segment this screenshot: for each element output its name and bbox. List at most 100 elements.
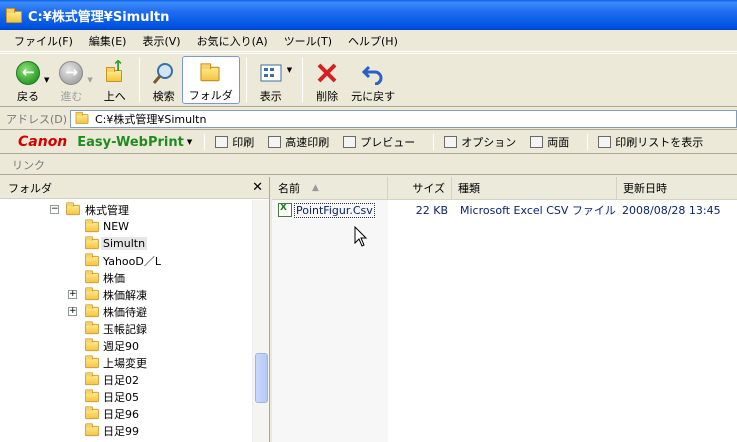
address-bar: アドレス(D) C:¥株式管理¥Simultn xyxy=(0,108,737,130)
folders-button[interactable]: フォルダ xyxy=(181,56,240,104)
options-icon xyxy=(444,136,458,148)
folder-icon xyxy=(85,219,99,233)
file-name[interactable]: PointFigur.Csv xyxy=(294,202,375,218)
easy-webprint-menu[interactable]: Easy-WebPrint xyxy=(77,135,184,150)
folder-icon xyxy=(75,111,89,124)
expand-icon[interactable]: + xyxy=(68,307,77,316)
file-list: 名前 ▲ サイズ 種類 更新日時 PointFigur.Csv 22 KB Mi… xyxy=(272,176,737,442)
menu-favorites[interactable]: お気に入り(A) xyxy=(197,33,268,49)
tree-item[interactable]: 玉帳記録 xyxy=(0,320,252,337)
column-header-name[interactable]: 名前 ▲ xyxy=(272,176,388,200)
folder-icon xyxy=(85,253,99,267)
folders-icon xyxy=(199,60,223,84)
menu-view[interactable]: 表示(V) xyxy=(142,33,180,49)
file-size: 22 KB xyxy=(415,203,448,217)
preview-icon xyxy=(343,136,357,148)
tree-item-label: 株価 xyxy=(103,271,125,285)
options-button[interactable]: オプション xyxy=(444,134,516,150)
excel-file-icon xyxy=(278,203,292,217)
file-row[interactable]: PointFigur.Csv 22 KB Microsoft Excel CSV… xyxy=(272,202,737,218)
canon-logo: Canon xyxy=(18,134,68,150)
folder-icon xyxy=(85,389,99,403)
tree-item-label: 上場変更 xyxy=(103,356,147,370)
mouse-cursor-icon xyxy=(354,226,368,247)
views-grid-icon xyxy=(259,61,283,85)
folder-icon xyxy=(85,355,99,369)
folder-tree: − 株式管理 NEW Simultn YahooD／L 株価 + 株価解凍 + 株価待避玉帳記録週… xyxy=(0,201,252,439)
menu-bar: ファイル(F) 編集(E) 表示(V) お気に入り(A) ツール(T) ヘルプ(… xyxy=(0,30,737,52)
folder-pane-header: フォルダ ✕ xyxy=(0,177,269,199)
folder-icon xyxy=(85,372,99,386)
tree-item[interactable]: NEW xyxy=(0,218,252,235)
undo-arrow-icon xyxy=(361,61,385,86)
toolbar-separator xyxy=(245,58,247,102)
tree-item[interactable]: + 株価待避 xyxy=(0,303,252,320)
window-title: C:¥株式管理¥Simultn xyxy=(28,9,170,25)
tree-item[interactable]: + 株価解凍 xyxy=(0,286,252,303)
tree-item[interactable]: 週足90 xyxy=(0,337,252,354)
tree-item-label: 日足02 xyxy=(103,373,139,387)
print-list-button[interactable]: 印刷リストを表示 xyxy=(598,134,703,150)
tree-item-label: 日足99 xyxy=(103,424,139,438)
folder-icon xyxy=(6,7,22,23)
folder-icon xyxy=(85,338,99,352)
back-arrow-icon: ← xyxy=(16,61,40,85)
menu-tools[interactable]: ツール(T) xyxy=(284,33,332,49)
folder-icon xyxy=(85,423,99,437)
column-header-type[interactable]: 種類 xyxy=(452,176,617,200)
folder-pane: フォルダ ✕ − 株式管理 NEW Simultn YahooD／L 株価 + 株価解凍 + 株価… xyxy=(0,177,270,442)
forward-button[interactable]: → 進む xyxy=(53,56,89,104)
toolbar-separator xyxy=(138,58,140,102)
folder-pane-title: フォルダ xyxy=(8,181,52,195)
tree-item[interactable]: 株価 xyxy=(0,269,252,286)
tree-item-label: NEW xyxy=(103,220,130,233)
duplex-button[interactable]: 両面 xyxy=(530,134,569,150)
menu-file[interactable]: ファイル(F) xyxy=(14,33,73,49)
tree-item[interactable]: 上場変更 xyxy=(0,354,252,371)
back-button[interactable]: ← 戻る xyxy=(10,56,46,104)
folder-icon xyxy=(85,287,99,301)
undo-button[interactable]: 元に戻す xyxy=(345,56,401,104)
tree-item[interactable]: 日足96 xyxy=(0,405,252,422)
close-icon[interactable]: ✕ xyxy=(252,180,263,195)
column-header-modified[interactable]: 更新日時 xyxy=(617,177,737,200)
column-header-size[interactable]: サイズ xyxy=(388,176,452,200)
sort-ascending-icon: ▲ xyxy=(312,183,319,193)
toolbar-separator xyxy=(587,134,589,150)
standard-toolbar: ← 戻る ▼ → 進む ▼ ↑ 上へ 検索 フォルダ 表示 ▼ 削除 元に戻す xyxy=(0,53,737,107)
views-button[interactable]: 表示 xyxy=(253,56,289,104)
tree-item[interactable]: Simultn xyxy=(0,235,252,252)
print-button[interactable]: 印刷 xyxy=(215,134,254,150)
search-button[interactable]: 検索 xyxy=(146,56,182,104)
tree-item-label: 日足05 xyxy=(103,390,139,404)
delete-x-icon xyxy=(315,61,339,85)
tree-item-label: 玉帳記録 xyxy=(103,322,147,336)
title-bar: C:¥株式管理¥Simultn xyxy=(0,0,737,30)
tree-item[interactable]: 日足05 xyxy=(0,388,252,405)
address-input[interactable]: C:¥株式管理¥Simultn xyxy=(70,109,737,128)
tree-item[interactable]: YahooD／L xyxy=(0,252,252,269)
scrollbar-thumb[interactable] xyxy=(255,353,268,403)
delete-button[interactable]: 削除 xyxy=(309,56,345,104)
menu-edit[interactable]: 編集(E) xyxy=(89,33,127,49)
tree-item[interactable]: − 株式管理 xyxy=(0,201,252,218)
toolbar-separator xyxy=(204,134,206,150)
folder-scrollbar[interactable] xyxy=(252,200,269,442)
tree-item-label: 株価解凍 xyxy=(103,288,147,302)
collapse-icon[interactable]: − xyxy=(50,205,59,214)
forward-arrow-icon: → xyxy=(59,61,84,85)
printer-icon xyxy=(268,136,282,148)
tree-item[interactable]: 日足02 xyxy=(0,371,252,388)
easy-webprint-dropdown-icon[interactable]: ▼ xyxy=(187,138,192,146)
links-bar[interactable]: リンク xyxy=(0,155,737,175)
up-button[interactable]: ↑ 上へ xyxy=(97,56,133,104)
menu-help[interactable]: ヘルプ(H) xyxy=(348,33,398,49)
preview-button[interactable]: プレビュー xyxy=(343,134,415,150)
high-speed-print-button[interactable]: 高速印刷 xyxy=(268,134,329,150)
tree-item-label: 株式管理 xyxy=(85,203,129,217)
tree-item-label: YahooD／L xyxy=(103,254,161,268)
address-label: アドレス(D) xyxy=(6,112,68,126)
expand-icon[interactable]: + xyxy=(68,290,77,299)
tree-item[interactable]: 日足99 xyxy=(0,422,252,439)
folder-icon xyxy=(85,304,99,318)
